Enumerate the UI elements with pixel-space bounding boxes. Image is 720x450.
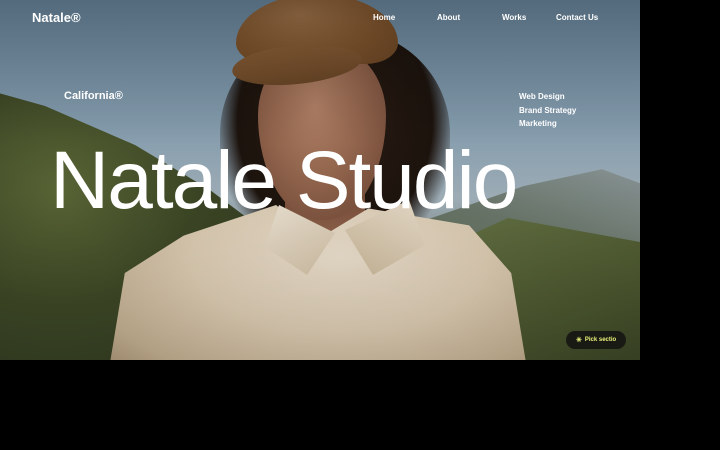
nav-contact-us[interactable]: Contact Us — [556, 13, 598, 22]
pick-section-label: Pick sectio — [584, 337, 617, 343]
nav-works[interactable]: Works — [502, 13, 526, 22]
nav-home[interactable]: Home — [373, 13, 395, 22]
location-label: California® — [64, 90, 123, 102]
service-item-marketing: Marketing — [519, 119, 557, 128]
service-item-web-design: Web Design — [519, 92, 565, 101]
hero-title: Natale Studio — [50, 135, 518, 226]
hero-section: Natale® Home About Works Contact Us Cali… — [0, 0, 640, 360]
services-list: Web Design Brand Strategy Marketing — [519, 90, 576, 131]
pick-section-button[interactable]: ✳ Pick sectio — [566, 331, 627, 349]
nav-about[interactable]: About — [437, 13, 460, 22]
main-nav: Home About Works Contact Us — [0, 13, 640, 27]
service-item-brand-strategy: Brand Strategy — [519, 105, 577, 115]
asterisk-icon: ✳ — [576, 337, 582, 344]
